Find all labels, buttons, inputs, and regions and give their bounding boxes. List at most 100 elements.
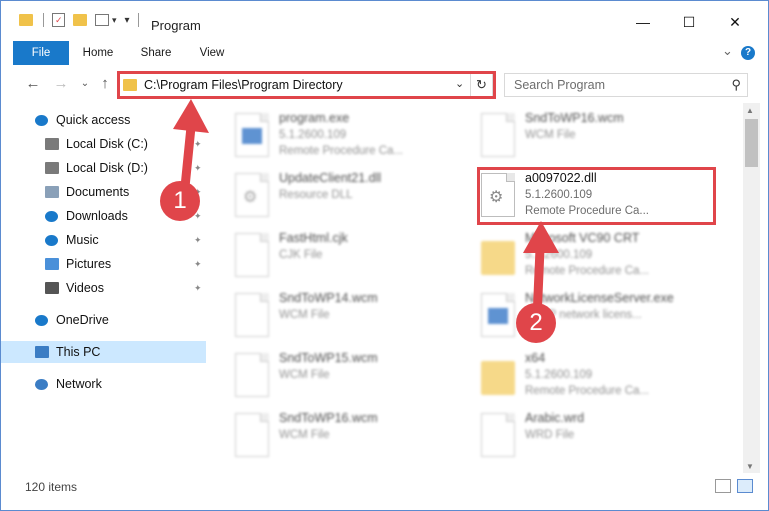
ribbon-expand-icon[interactable]: ⌄ (722, 43, 733, 59)
file-item[interactable]: x64 5.1.2600.109 Remote Procedure Ca... (481, 349, 721, 407)
page-fold (260, 113, 269, 122)
title-bar: ✓ ▾ ▾ Program — ☐ ✕ (1, 1, 768, 41)
file-description: Remote Procedure Ca... (525, 385, 650, 397)
scroll-down-icon[interactable]: ▼ (746, 462, 754, 471)
file-detail: WCM File (279, 429, 330, 441)
page-fold (260, 293, 269, 302)
file-detail: WCM File (525, 129, 576, 141)
pictures-icon (45, 258, 59, 270)
sidebar-item-label: Documents (66, 185, 130, 199)
new-folder-icon[interactable] (73, 14, 87, 26)
tab-share[interactable]: Share (133, 41, 179, 65)
music-icon (45, 234, 58, 246)
sidebar-item-pictures[interactable]: Pictures ✦ (1, 253, 206, 275)
address-bar-highlight (117, 71, 496, 99)
sidebar-item-label: Local Disk (C:) (66, 137, 148, 151)
pin-icon[interactable]: ✦ (194, 259, 202, 270)
folder-icon[interactable] (19, 14, 33, 26)
file-detail: 5.1.2600.109 (525, 369, 593, 381)
file-name: Arabic.wrd (525, 411, 585, 425)
file-item[interactable]: SndToWP16.wcm WCM File (481, 109, 721, 167)
back-button[interactable]: ← (23, 73, 43, 93)
vertical-scrollbar[interactable]: ▲ ▼ (743, 103, 760, 473)
close-button[interactable]: ✕ (715, 9, 755, 35)
drive-icon (45, 162, 59, 174)
minimize-icon: — (636, 14, 650, 30)
file-detail: CJK File (279, 249, 323, 261)
sidebar-item-label: Network (56, 377, 102, 391)
help-icon[interactable]: ? (741, 46, 755, 60)
item-count: 120 items (25, 480, 78, 494)
properties-icon[interactable]: ✓ (52, 13, 65, 27)
onedrive-icon (35, 314, 48, 326)
page-fold (506, 413, 515, 422)
window-title: Program (151, 18, 201, 33)
document-icon (481, 413, 515, 457)
minimize-button[interactable]: — (623, 9, 663, 35)
maximize-icon: ☐ (682, 13, 696, 30)
search-input[interactable]: Search Program ⚲ (504, 73, 748, 97)
divider (43, 13, 44, 27)
file-item[interactable]: program.exe 5.1.2600.109 Remote Procedure … (235, 109, 475, 167)
up-button[interactable]: ↑ (95, 73, 115, 93)
step-badge-1: 1 (160, 181, 200, 221)
pin-icon[interactable]: ✦ (194, 283, 202, 294)
sidebar-item-label: Local Disk (D:) (66, 161, 148, 175)
forward-button[interactable]: → (51, 73, 71, 93)
file-highlight (477, 167, 716, 225)
star-icon (35, 114, 48, 126)
tab-file[interactable]: File (13, 41, 69, 65)
page-fold (260, 173, 269, 182)
view-options-icon[interactable] (95, 14, 109, 26)
sidebar-item-label: This PC (56, 345, 101, 359)
sidebar-item-label: OneDrive (56, 313, 109, 327)
ribbon-tabs: File Home Share View ⌄ ? (1, 41, 768, 65)
large-icons-view-icon[interactable] (737, 479, 753, 493)
page-fold (506, 113, 515, 122)
sidebar-item-this-pc[interactable]: This PC (1, 341, 206, 363)
chevron-down-icon: ⌄ (80, 77, 90, 89)
file-name: SndToWP16.wcm (525, 111, 624, 125)
scroll-up-icon[interactable]: ▲ (746, 106, 754, 115)
file-description: Remote Procedure Ca... (279, 145, 404, 157)
search-icon[interactable]: ⚲ (731, 77, 741, 93)
sidebar-item-label: Music (66, 233, 99, 247)
file-item[interactable]: Arabic.wrd WRD File (481, 409, 721, 467)
customize-qa-icon[interactable]: ▾ (125, 15, 130, 26)
sidebar-item-network[interactable]: Network (1, 373, 206, 395)
file-item[interactable]: SndToWP14.wcm WCM File (235, 289, 475, 347)
file-name: SndToWP15.wcm (279, 351, 378, 365)
file-detail: Resource DLL (279, 189, 353, 201)
pin-icon[interactable]: ✦ (194, 235, 202, 246)
quick-access-toolbar: ✓ ▾ ▾ (19, 11, 139, 29)
file-name: x64 (525, 351, 546, 365)
arrow-left-icon: ← (25, 74, 41, 92)
document-icon (235, 293, 269, 337)
file-item[interactable]: ⚙ UpdateClient21.dll Resource DLL (235, 169, 475, 227)
gear-icon: ⚙ (243, 189, 258, 206)
sidebar-item-videos[interactable]: Videos ✦ (1, 277, 206, 299)
tab-view[interactable]: View (189, 41, 235, 65)
app-window-icon (242, 128, 262, 144)
page-fold (260, 233, 269, 242)
file-item[interactable]: SndToWP16.wcm WCM File (235, 409, 475, 467)
computer-icon (35, 346, 49, 358)
details-view-icon[interactable] (715, 479, 731, 493)
documents-icon (45, 186, 59, 198)
sidebar-item-label: Quick access (56, 113, 131, 127)
sidebar-item-onedrive[interactable]: OneDrive (1, 309, 206, 331)
chevron-down-icon[interactable]: ▾ (112, 15, 117, 26)
sidebar-item-music[interactable]: Music ✦ (1, 229, 206, 251)
file-item[interactable]: SndToWP15.wcm WCM File (235, 349, 475, 407)
document-icon (235, 413, 269, 457)
search-placeholder: Search Program (514, 78, 606, 92)
scrollbar-thumb[interactable] (745, 119, 758, 167)
drive-icon (45, 138, 59, 150)
sidebar-item-label: Downloads (66, 209, 128, 223)
file-list: program.exe 5.1.2600.109 Remote Procedure … (207, 103, 743, 473)
maximize-button[interactable]: ☐ (669, 9, 709, 35)
tab-home[interactable]: Home (75, 41, 121, 65)
downloads-icon (45, 210, 58, 222)
recent-locations-button[interactable]: ⌄ (75, 73, 95, 93)
file-item[interactable]: FastHtml.cjk CJK File (235, 229, 475, 287)
